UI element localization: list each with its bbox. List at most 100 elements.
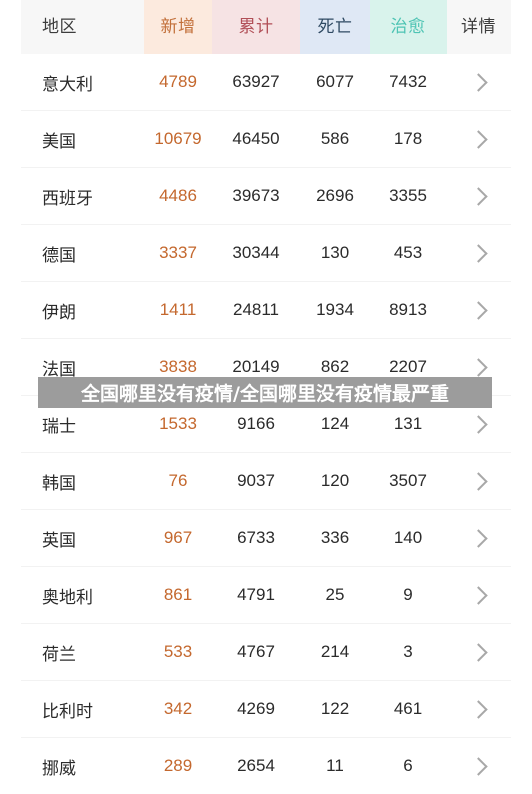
cell-region: 意大利 xyxy=(42,74,93,94)
chevron-right-icon[interactable] xyxy=(469,186,488,206)
table-row[interactable]: 挪威 289 2654 11 6 xyxy=(21,738,511,794)
column-header-total[interactable]: 累计 xyxy=(212,0,300,54)
cell-region: 美国 xyxy=(42,131,76,151)
cell-detail[interactable] xyxy=(446,471,511,491)
cell-total: 30344 xyxy=(232,243,280,262)
cell-cured: 140 xyxy=(393,528,423,547)
cell-total: 4791 xyxy=(237,585,275,604)
cell-detail[interactable] xyxy=(446,414,511,434)
chevron-right-icon[interactable] xyxy=(469,129,488,149)
cell-death: 25 xyxy=(325,585,345,604)
cell-total: 2654 xyxy=(237,756,275,775)
table-row[interactable]: 比利时 342 4269 122 461 xyxy=(21,681,511,738)
cell-total: 39673 xyxy=(232,186,280,205)
cell-death: 130 xyxy=(320,243,350,262)
chevron-right-icon[interactable] xyxy=(469,243,488,263)
cell-region: 英国 xyxy=(42,530,76,550)
cell-region: 法国 xyxy=(42,359,76,379)
cell-cured: 131 xyxy=(393,414,423,433)
column-header-new[interactable]: 新增 xyxy=(144,0,212,54)
cell-death: 6077 xyxy=(316,72,354,91)
cell-death: 11 xyxy=(326,756,344,775)
cell-region: 比利时 xyxy=(42,701,93,721)
cell-death: 124 xyxy=(320,414,350,433)
chevron-right-icon[interactable] xyxy=(469,756,488,776)
cell-detail[interactable] xyxy=(446,300,511,320)
cell-new: 1533 xyxy=(159,414,197,433)
cell-detail[interactable] xyxy=(446,756,511,776)
cell-new: 76 xyxy=(168,471,188,490)
table-row[interactable]: 英国 967 6733 336 140 xyxy=(21,510,511,567)
cell-death: 862 xyxy=(320,357,350,376)
cell-region: 伊朗 xyxy=(42,302,76,322)
chevron-right-icon[interactable] xyxy=(469,585,488,605)
cell-detail[interactable] xyxy=(446,699,511,719)
cell-region: 奥地利 xyxy=(42,587,93,607)
table-row[interactable]: 荷兰 533 4767 214 3 xyxy=(21,624,511,681)
cell-total: 46450 xyxy=(232,129,280,148)
table-row[interactable]: 西班牙 4486 39673 2696 3355 xyxy=(21,168,511,225)
column-header-death[interactable]: 死亡 xyxy=(300,0,370,54)
cell-total: 4269 xyxy=(237,699,275,718)
chevron-right-icon[interactable] xyxy=(469,300,488,320)
cell-total: 6733 xyxy=(237,528,275,547)
chevron-right-icon[interactable] xyxy=(469,471,488,491)
cell-region: 荷兰 xyxy=(42,644,76,664)
table-row[interactable]: 德国 3337 30344 130 453 xyxy=(21,225,511,282)
table-header-row: 地区 新增 累计 死亡 治愈 详情 xyxy=(21,0,511,54)
cell-detail[interactable] xyxy=(446,243,511,263)
chevron-right-icon[interactable] xyxy=(469,642,488,662)
cell-total: 9166 xyxy=(237,414,275,433)
table-row[interactable]: 奥地利 861 4791 25 9 xyxy=(21,567,511,624)
chevron-right-icon[interactable] xyxy=(469,699,488,719)
cell-new: 289 xyxy=(163,756,193,775)
cell-cured: 3507 xyxy=(389,471,427,490)
table-row[interactable]: 韩国 76 9037 120 3507 xyxy=(21,453,511,510)
cell-cured: 9 xyxy=(403,585,413,604)
cell-cured: 461 xyxy=(393,699,423,718)
cell-detail[interactable] xyxy=(446,357,511,377)
watermark-text: 全国哪里没有疫情/全国哪里没有疫情最严重 xyxy=(81,383,449,405)
cell-death: 120 xyxy=(320,471,350,490)
cell-death: 1934 xyxy=(316,300,354,319)
table-body: 意大利 4789 63927 6077 7432 美国 10679 46450 586 178 西班… xyxy=(21,54,511,794)
cell-detail[interactable] xyxy=(446,129,511,149)
table-row[interactable]: 伊朗 1411 24811 1934 8913 xyxy=(21,282,511,339)
watermark-caption-bar: 全国哪里没有疫情/全国哪里没有疫情最严重 xyxy=(38,377,492,408)
chevron-right-icon[interactable] xyxy=(469,528,488,548)
cell-detail[interactable] xyxy=(446,186,511,206)
chevron-right-icon[interactable] xyxy=(469,72,488,92)
cell-new: 3838 xyxy=(159,357,197,376)
column-header-cured[interactable]: 治愈 xyxy=(370,0,446,54)
cell-detail[interactable] xyxy=(446,72,511,92)
chevron-right-icon[interactable] xyxy=(469,357,488,377)
cell-region: 挪威 xyxy=(42,758,76,778)
cell-total: 63927 xyxy=(232,72,280,91)
column-header-detail[interactable]: 详情 xyxy=(446,0,511,54)
column-header-region[interactable]: 地区 xyxy=(21,0,144,54)
cell-detail[interactable] xyxy=(446,585,511,605)
cell-cured: 2207 xyxy=(389,357,427,376)
cell-cured: 453 xyxy=(393,243,423,262)
cell-region: 西班牙 xyxy=(42,188,93,208)
cell-new: 533 xyxy=(163,642,193,661)
cell-cured: 3 xyxy=(403,642,413,661)
cell-detail[interactable] xyxy=(446,528,511,548)
cell-cured: 8913 xyxy=(389,300,427,319)
table-row[interactable]: 美国 10679 46450 586 178 xyxy=(21,111,511,168)
cell-region: 韩国 xyxy=(42,473,76,493)
cell-new: 861 xyxy=(163,585,193,604)
cell-new: 967 xyxy=(163,528,193,547)
cell-total: 24811 xyxy=(232,300,279,319)
covid-stats-screen: 地区 新增 累计 死亡 治愈 详情 意大利 4789 63927 6077 7432 美国… xyxy=(0,0,532,794)
cell-death: 122 xyxy=(320,699,350,718)
cell-total: 4767 xyxy=(237,642,275,661)
chevron-right-icon[interactable] xyxy=(469,414,488,434)
cell-detail[interactable] xyxy=(446,642,511,662)
cell-death: 586 xyxy=(320,129,350,148)
cell-new: 1411 xyxy=(159,300,197,319)
table-row[interactable]: 意大利 4789 63927 6077 7432 xyxy=(21,54,511,111)
cell-cured: 6 xyxy=(403,756,413,775)
cell-new: 342 xyxy=(163,699,193,718)
cell-cured: 7432 xyxy=(389,72,427,91)
